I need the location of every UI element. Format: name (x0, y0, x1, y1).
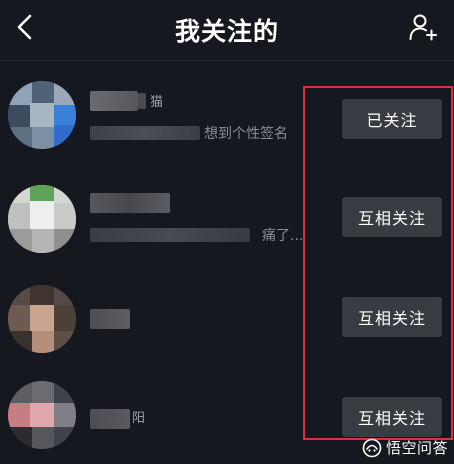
watermark: 悟空问答 (362, 437, 448, 458)
avatar[interactable] (8, 381, 76, 449)
username-blurred (90, 193, 170, 213)
top-bar: 我关注的 (0, 0, 454, 58)
add-user-icon (409, 14, 437, 41)
following-screen: 我关注的 猫 想到个性签名 已关注 痛了... 互相关注 互相关注 阳 互相关注… (0, 0, 454, 464)
signature: 想到个性签名 (90, 123, 288, 143)
username-tail: 猫 (150, 95, 164, 110)
username-blurred (90, 91, 138, 111)
annotation-highlight-box (303, 86, 453, 440)
username-blurred (90, 409, 130, 429)
username-blurred (90, 309, 130, 329)
avatar[interactable] (8, 285, 76, 353)
watermark-text: 悟空问答 (385, 439, 448, 457)
wukong-logo-icon (362, 438, 382, 457)
avatar[interactable] (8, 185, 76, 253)
page-title: 我关注的 (174, 17, 279, 46)
username-tail: 阳 (132, 411, 146, 426)
username-blurred (138, 93, 146, 109)
add-friend-button[interactable] (406, 10, 440, 44)
header-divider (0, 60, 454, 61)
signature: 痛了... (90, 225, 303, 245)
avatar[interactable] (8, 81, 76, 149)
